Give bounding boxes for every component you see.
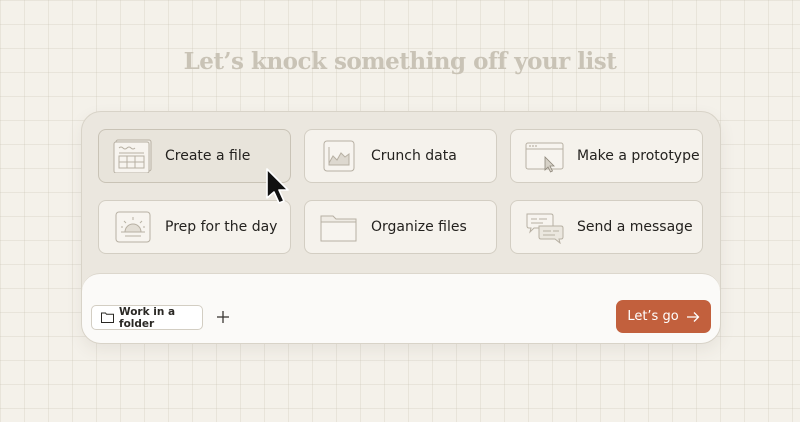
tile-send-message[interactable]: Send a message [510,200,703,254]
composer: Work in a folder Let’s go [82,273,720,343]
file-table-icon [113,139,152,173]
chart-icon [323,140,355,172]
work-in-folder-label: Work in a folder [119,305,176,330]
tile-organize-files[interactable]: Organize files [304,200,497,254]
task-panel: Create a file Crunch data Make a prototy… [81,111,721,344]
tile-label: Send a message [577,219,693,235]
folder-icon [320,215,357,242]
lets-go-button[interactable]: Let’s go [616,300,711,333]
work-in-folder-button[interactable]: Work in a folder [91,305,203,330]
tile-label: Organize files [371,219,467,235]
tile-label: Crunch data [371,148,457,164]
arrow-right-icon [686,311,700,322]
browser-window-icon [525,142,564,173]
folder-outline-icon [101,312,114,323]
tile-create-file[interactable]: Create a file [98,129,291,183]
lets-go-label: Let’s go [627,309,679,324]
chat-bubbles-icon [526,213,564,244]
mouse-cursor-icon [266,168,289,204]
tile-crunch-data[interactable]: Crunch data [304,129,497,183]
sunrise-icon [115,211,151,243]
page-headline: Let’s knock something off your list [183,48,617,75]
plus-icon[interactable] [214,308,232,326]
tile-label: Make a prototype [577,148,700,164]
tile-make-prototype[interactable]: Make a prototype [510,129,703,183]
tile-label: Prep for the day [165,219,278,235]
tile-prep-for-day[interactable]: Prep for the day [98,200,291,254]
tile-label: Create a file [165,148,251,164]
